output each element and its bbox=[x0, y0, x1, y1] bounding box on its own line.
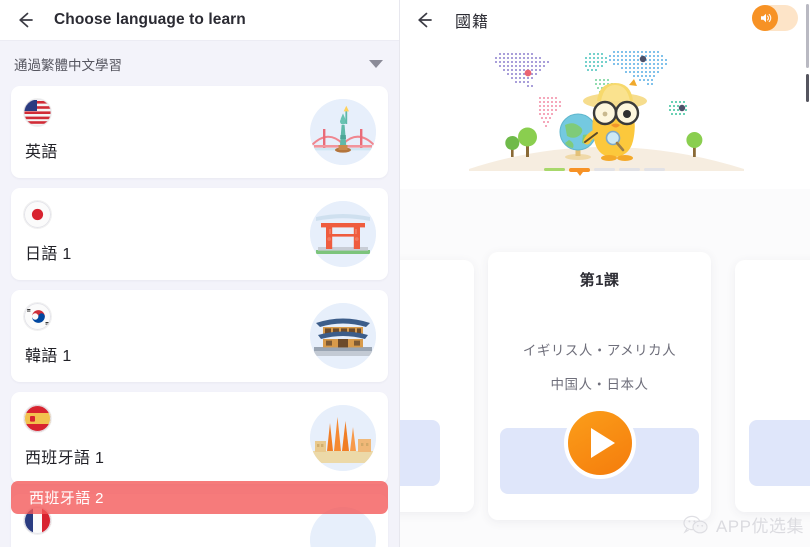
sound-toggle[interactable] bbox=[752, 5, 798, 31]
lesson-illustration bbox=[399, 39, 810, 189]
sagrada-familia-icon bbox=[310, 405, 376, 471]
list-item[interactable]: 英語 bbox=[11, 86, 388, 178]
wechat-icon bbox=[683, 515, 709, 535]
left-panel: Choose language to learn 通過繁體中文學習 英語 日語 … bbox=[0, 0, 399, 547]
lesson-card-line-1: イギリス人・アメリカ人 bbox=[522, 343, 677, 358]
lesson-card-previous[interactable]: 上 bbox=[399, 260, 474, 512]
us-flag-icon bbox=[24, 99, 51, 126]
watermark-label: APP优选集 bbox=[715, 517, 804, 536]
list-item[interactable]: 日語 1 bbox=[11, 188, 388, 280]
app-screen: Choose language to learn 通過繁體中文學習 英語 日語 … bbox=[0, 0, 810, 547]
answer-bar bbox=[399, 420, 440, 486]
list-item-label: 韓語 1 bbox=[25, 348, 72, 365]
lesson-card-next[interactable]: ~ bbox=[735, 260, 810, 512]
right-app-bar: 國籍 bbox=[399, 0, 810, 39]
lesson-title: 國籍 bbox=[455, 13, 490, 31]
lesson-card-line-2: 中国人・日本人 bbox=[550, 377, 649, 392]
language-filter-row[interactable]: 通過繁體中文學習 bbox=[0, 41, 399, 86]
left-app-bar: Choose language to learn bbox=[0, 0, 399, 41]
torii-gate-icon bbox=[310, 201, 376, 267]
lesson-progress bbox=[399, 168, 810, 176]
progress-segment bbox=[594, 168, 615, 171]
arrow-left-icon[interactable] bbox=[413, 9, 435, 31]
right-panel: 國籍 第1課 イギリス人・アメリカ人 中国人・日本人 APP优选集 bbox=[399, 0, 810, 547]
statue-of-liberty-icon bbox=[310, 99, 376, 165]
language-filter-label: 通過繁體中文學習 bbox=[14, 57, 122, 73]
answer-bar bbox=[749, 420, 810, 486]
lesson-card-carousel[interactable]: 上 第1課 イギリス人・アメリカ人 中国人・日本人 ~ bbox=[399, 252, 810, 542]
watermark: APP优选集 bbox=[683, 512, 804, 537]
progress-segment bbox=[544, 168, 565, 171]
progress-segment bbox=[644, 168, 665, 171]
list-item-label: 日語 1 bbox=[25, 246, 72, 263]
es-flag-icon bbox=[24, 405, 51, 432]
page-title: Choose language to learn bbox=[54, 11, 246, 28]
list-item-label: 西班牙語 1 bbox=[25, 450, 105, 467]
progress-segment-active bbox=[569, 168, 590, 176]
play-button[interactable] bbox=[563, 407, 636, 479]
arrow-left-icon[interactable] bbox=[14, 9, 36, 31]
status-badge-label: 西班牙語 2 bbox=[29, 490, 104, 507]
list-item[interactable]: 西班牙語 1 bbox=[11, 392, 388, 484]
list-item[interactable]: 韓語 1 bbox=[11, 290, 388, 382]
progress-segment bbox=[619, 168, 640, 171]
status-badge[interactable]: 西班牙語 2 bbox=[11, 481, 388, 514]
kr-flag-icon bbox=[24, 303, 51, 330]
list-item-label: 英語 bbox=[25, 144, 58, 161]
scrollbar-track[interactable] bbox=[806, 4, 809, 68]
jp-flag-icon bbox=[24, 201, 51, 228]
chevron-down-icon[interactable] bbox=[369, 59, 383, 68]
scrollbar-thumb[interactable] bbox=[806, 74, 809, 102]
speaker-on-icon bbox=[752, 5, 778, 31]
play-icon bbox=[590, 428, 615, 458]
language-list: 英語 日語 1 韓語 1 西班牙語 1 bbox=[0, 86, 399, 547]
lesson-card-current[interactable]: 第1課 イギリス人・アメリカ人 中国人・日本人 bbox=[488, 252, 711, 520]
panel-divider bbox=[399, 0, 400, 547]
lesson-card-title: 第1課 bbox=[579, 272, 620, 289]
gyeongbokgung-palace-icon bbox=[310, 303, 376, 369]
